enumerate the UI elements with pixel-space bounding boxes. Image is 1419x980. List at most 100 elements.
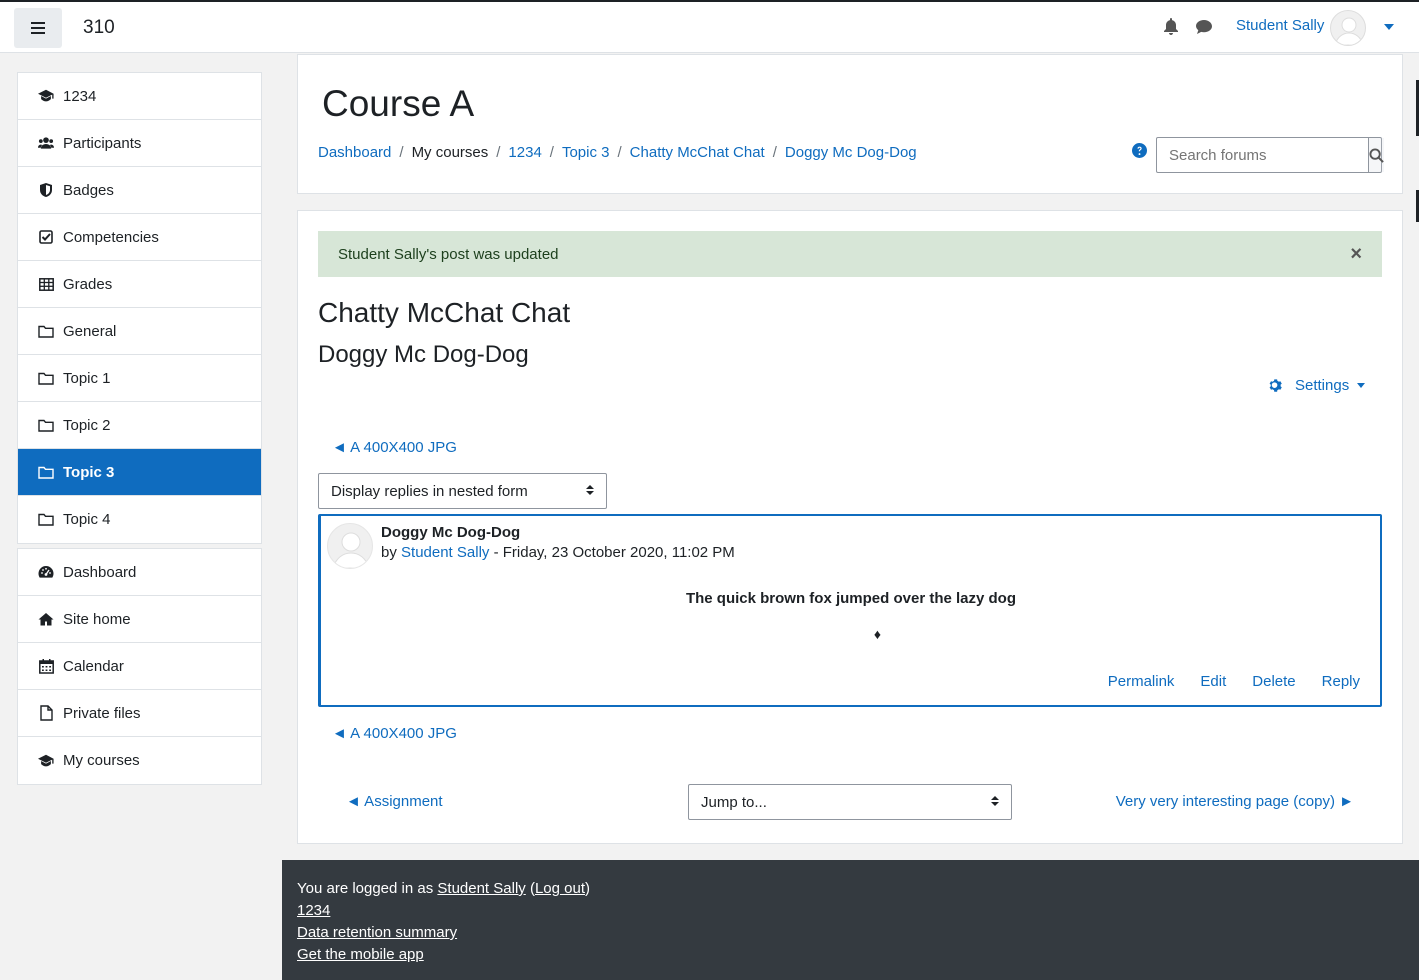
users-icon	[38, 135, 54, 151]
post-meta: by Student Sally - Friday, 23 October 20…	[381, 544, 735, 561]
sidebar-item-badges[interactable]: Badges	[18, 167, 261, 214]
notifications-button[interactable]	[1163, 18, 1179, 39]
settings-menu-button[interactable]: Settings	[1268, 377, 1366, 394]
dashboard-icon	[38, 564, 54, 580]
sidebar-item-private-files[interactable]: Private files	[18, 690, 261, 737]
breadcrumb-separator: /	[496, 144, 501, 161]
sidebar-item-general[interactable]: General	[18, 308, 261, 355]
page-header: Course A Dashboard / My courses / 1234 /…	[297, 54, 1403, 194]
help-button[interactable]	[1132, 143, 1147, 162]
menu-icon	[31, 22, 45, 34]
sidebar-item-label: Badges	[63, 181, 114, 199]
alert-close-button[interactable]: ×	[1350, 244, 1362, 264]
breadcrumb-discussion[interactable]: Doggy Mc Dog-Dog	[785, 144, 917, 161]
breadcrumb-course[interactable]: 1234	[508, 144, 541, 161]
question-circle-icon	[1132, 143, 1147, 158]
user-menu-caret-icon[interactable]	[1384, 24, 1394, 30]
sidebar-item-topic-1[interactable]: Topic 1	[18, 355, 261, 402]
next-activity-link[interactable]: Very very interesting page (copy) ►	[1116, 793, 1354, 810]
edit-link[interactable]: Edit	[1200, 673, 1226, 690]
alert-message: Student Sally's post was updated	[338, 245, 559, 263]
post-body-glyph: ♦	[873, 626, 882, 642]
top-navbar: 310 Student Sally	[0, 0, 1419, 53]
search-submit-button[interactable]	[1368, 138, 1384, 172]
course-title: Course A	[322, 83, 475, 124]
post-author-link[interactable]: Student Sally	[401, 544, 489, 561]
graduation-cap-icon	[38, 753, 54, 769]
mobile-app-link[interactable]: Get the mobile app	[297, 946, 424, 963]
sidebar-item-participants[interactable]: Participants	[18, 120, 261, 167]
sidebar-item-label: General	[63, 322, 117, 340]
sidebar-item-my-courses[interactable]: My courses	[18, 737, 261, 784]
check-square-icon	[38, 229, 54, 245]
select-arrows-icon	[586, 485, 594, 495]
delete-link[interactable]: Delete	[1252, 673, 1295, 690]
jump-to-value: Jump to...	[701, 793, 767, 811]
forum-search	[1156, 137, 1384, 173]
breadcrumb-topic[interactable]: Topic 3	[562, 144, 610, 161]
sidebar-item-label: Dashboard	[63, 563, 137, 581]
display-mode-value: Display replies in nested form	[331, 482, 528, 500]
sidebar-item-label: Competencies	[63, 228, 159, 246]
folder-icon	[38, 323, 54, 339]
hamburger-menu-button[interactable]	[14, 8, 62, 48]
search-forums-input[interactable]	[1157, 138, 1368, 172]
post-body: The quick brown fox jumped over the lazy…	[685, 590, 1017, 607]
bell-icon	[1164, 18, 1178, 35]
search-icon	[1369, 147, 1384, 163]
post-by-label: by	[381, 544, 397, 561]
site-name-link[interactable]: 310	[83, 17, 115, 39]
prev-discussion-link[interactable]: ◄ A 400X400 JPG	[332, 439, 457, 456]
logged-in-prefix: You are logged in as	[297, 880, 438, 897]
breadcrumb-separator: /	[617, 144, 622, 161]
sidebar-item-label: Topic 2	[63, 416, 111, 434]
file-icon	[38, 705, 54, 721]
forum-post: Doggy Mc Dog-Dog by Student Sally - Frid…	[318, 514, 1382, 707]
gear-icon	[1269, 379, 1282, 392]
data-retention-link[interactable]: Data retention summary	[297, 924, 457, 941]
sidebar-item-1234[interactable]: 1234	[18, 73, 261, 120]
paren-close: )	[585, 880, 590, 897]
settings-label: Settings	[1295, 377, 1350, 394]
sidebar-item-calendar[interactable]: Calendar	[18, 643, 261, 690]
sidebar-item-label: Topic 1	[63, 369, 111, 387]
logout-link[interactable]: Log out	[535, 880, 585, 897]
post-author-avatar[interactable]	[327, 523, 373, 569]
prev-activity-link[interactable]: ◄ Assignment	[346, 793, 443, 810]
display-mode-select[interactable]: Display replies in nested form	[318, 473, 607, 509]
footer-user-link[interactable]: Student Sally	[437, 880, 525, 897]
sidebar-item-topic-3[interactable]: Topic 3	[18, 449, 261, 496]
breadcrumb-separator: /	[772, 144, 777, 161]
sidebar-item-dashboard[interactable]: Dashboard	[18, 549, 261, 596]
select-arrows-icon	[991, 796, 999, 806]
permalink-link[interactable]: Permalink	[1108, 673, 1175, 690]
default-avatar-icon	[1334, 17, 1364, 45]
sidebar-item-label: Calendar	[63, 657, 124, 675]
breadcrumb-separator: /	[399, 144, 404, 161]
sidebar-item-topic-4[interactable]: Topic 4	[18, 496, 261, 543]
user-menu-name[interactable]: Student Sally	[1236, 17, 1324, 34]
sidebar-item-site-home[interactable]: Site home	[18, 596, 261, 643]
sidebar-item-label: Participants	[63, 134, 142, 152]
sidebar-item-topic-2[interactable]: Topic 2	[18, 402, 261, 449]
page-footer: You are logged in as Student Sally (Log …	[282, 860, 1419, 980]
prev-discussion-link-bottom[interactable]: ◄ A 400X400 JPG	[332, 725, 457, 742]
table-icon	[38, 276, 54, 292]
sidebar-item-label: Grades	[63, 275, 113, 293]
success-alert: Student Sally's post was updated ×	[318, 231, 1382, 277]
sidebar-item-grades[interactable]: Grades	[18, 261, 261, 308]
breadcrumb-forum[interactable]: Chatty McChat Chat	[630, 144, 765, 161]
jump-to-select[interactable]: Jump to...	[688, 784, 1012, 820]
breadcrumb: Dashboard / My courses / 1234 / Topic 3 …	[318, 144, 917, 161]
sidebar-item-label: My courses	[63, 752, 140, 769]
breadcrumb-separator: /	[549, 144, 554, 161]
sidebar-item-competencies[interactable]: Competencies	[18, 214, 261, 261]
breadcrumb-my-courses: My courses	[411, 144, 489, 161]
messages-button[interactable]	[1195, 19, 1213, 39]
reply-link[interactable]: Reply	[1322, 673, 1360, 690]
folder-icon	[38, 464, 54, 480]
sidebar-item-label: Private files	[63, 704, 141, 722]
breadcrumb-dashboard[interactable]: Dashboard	[318, 144, 391, 161]
user-avatar[interactable]	[1330, 10, 1366, 46]
footer-course-link[interactable]: 1234	[297, 902, 330, 919]
